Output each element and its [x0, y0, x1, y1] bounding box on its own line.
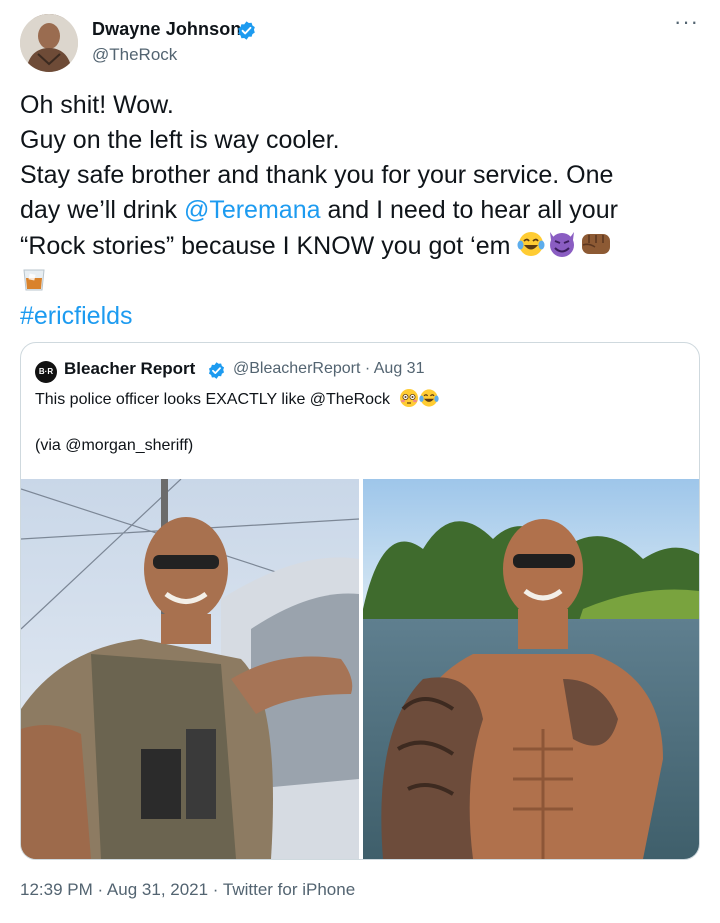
mention-link[interactable]: @Teremana: [184, 196, 321, 224]
oncoming-fist-emoji-icon: [582, 234, 611, 254]
quoted-author-avatar[interactable]: B·R: [35, 361, 57, 383]
quoted-tweet-text: This police officer looks EXACTLY like @…: [35, 388, 675, 458]
verified-badge-icon: [208, 362, 225, 379]
more-options-icon[interactable]: ···: [674, 11, 698, 38]
quoted-author-name[interactable]: Bleacher Report: [64, 359, 195, 379]
quoted-author-handle[interactable]: @BleacherReport · Aug 31: [233, 360, 424, 378]
tweet-card: Dwayne Johnson @TheRock ··· Oh shit! Wow…: [0, 0, 720, 923]
quoted-tweet[interactable]: B·R Bleacher Report @BleacherReport · Au…: [20, 342, 700, 860]
tweet-text-line: [20, 264, 710, 299]
tears-of-joy-emoji-icon: [517, 232, 545, 256]
quoted-photo-officer[interactable]: [21, 479, 359, 859]
quoted-text-line: This police officer looks EXACTLY like @…: [35, 388, 675, 412]
author-avatar[interactable]: [20, 14, 78, 72]
tweet-text-fragment: day we’ll drink: [20, 196, 184, 224]
tweet-text-fragment: and I need to hear all your: [320, 196, 618, 224]
flushed-face-emoji-icon: [399, 389, 418, 407]
tears-of-joy-emoji-icon: [418, 389, 439, 407]
tumbler-glass-emoji-icon: [23, 269, 45, 291]
quoted-text-fragment: This police officer looks EXACTLY like @…: [35, 391, 391, 408]
smiling-imp-emoji-icon: [550, 232, 575, 257]
tweet-text-line: Stay safe brother and thank you for your…: [20, 161, 614, 189]
tweet-text-line: day we’ll drink @Teremana and I need to …: [20, 193, 710, 228]
quoted-photo-lake[interactable]: [363, 479, 699, 859]
hashtag-link[interactable]: #ericfields: [20, 299, 710, 334]
verified-badge-icon: [238, 21, 255, 40]
tweet-text-line: “Rock stories” because I KNOW you got ‘e…: [20, 228, 710, 264]
author-handle[interactable]: @TheRock: [92, 45, 177, 65]
tweet-text-fragment: “Rock stories” because I KNOW you got ‘e…: [20, 232, 511, 260]
quoted-text-line: (via @morgan_sheriff): [35, 437, 194, 454]
author-name[interactable]: Dwayne Johnson: [92, 19, 241, 40]
tweet-timestamp[interactable]: 12:39 PM · Aug 31, 2021 · Twitter for iP…: [20, 880, 355, 900]
tweet-text-line: Guy on the left is way cooler.: [20, 126, 340, 154]
tweet-text-line: Oh shit! Wow.: [20, 91, 174, 119]
tweet-text: Oh shit! Wow. Guy on the left is way coo…: [20, 88, 710, 334]
